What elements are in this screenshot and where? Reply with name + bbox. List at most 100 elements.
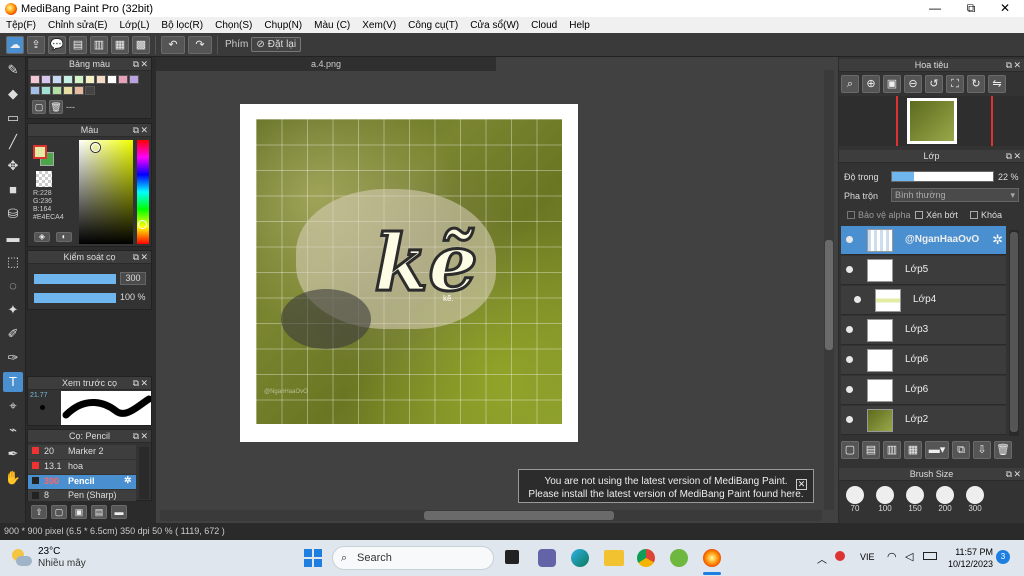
undo-icon[interactable]: ↶ [161,35,185,54]
brush-list-scrollbar[interactable] [139,447,149,499]
input-language[interactable]: VIE [860,552,875,562]
volume-icon[interactable]: ◁ [905,550,913,563]
lasso-tool-icon[interactable]: ◌ [3,276,23,296]
color-swatch[interactable] [41,86,51,95]
color-swatch[interactable] [74,86,84,95]
rotate-right-icon[interactable]: ↻ [967,75,985,93]
cloud-brush-icon[interactable]: ⇧ [31,505,47,519]
close-icon[interactable]: ✕ [1013,150,1021,163]
windows-start-icon[interactable] [304,549,322,567]
layer-scroll-thumb[interactable] [1010,232,1018,432]
brush-item[interactable]: 13.1 hoa [28,460,136,474]
color-swatch[interactable] [85,75,95,84]
protect-alpha-checkbox[interactable] [847,211,855,219]
flip-icon[interactable]: ⇋ [988,75,1006,93]
task-view-icon[interactable] [505,550,519,564]
layer-row[interactable]: Lớp2 [841,406,1006,435]
gear-icon[interactable]: ✲ [992,232,1003,248]
reset-button[interactable]: ⊘ Đặt lại [251,37,302,52]
horizontal-scrollbar[interactable] [160,510,822,521]
color-swatch[interactable] [107,75,117,84]
weather-widget[interactable]: 23°C Nhiều mây [38,546,86,570]
wifi-icon[interactable]: ◠ [887,550,897,563]
menu-view[interactable]: Xem(V) [356,20,402,31]
menu-snap[interactable]: Chụp(N) [258,20,308,31]
hue-slider[interactable] [137,140,149,244]
zoom-out-icon[interactable]: ⊖ [904,75,922,93]
color-swatch[interactable] [41,75,51,84]
layer-row[interactable]: Lớp4 [841,286,1006,315]
gradient-tool-icon[interactable]: ▬ [3,228,23,248]
lock-checkbox[interactable] [970,211,978,219]
select-tool-icon[interactable]: ⬚ [3,252,23,272]
brush-size-option[interactable]: 70 [843,486,867,513]
weather-icon[interactable] [10,547,32,569]
actual-size-icon[interactable]: ▣ [883,75,901,93]
menu-select[interactable]: Chọn(S) [209,20,258,31]
saturation-value-picker[interactable] [79,140,133,244]
close-icon[interactable]: ✕ [796,479,807,490]
chevron-up-icon[interactable]: ︿ [817,551,827,566]
text-tool-icon[interactable]: T [3,372,23,392]
close-icon[interactable]: ✕ [140,377,148,390]
horizontal-scroll-thumb[interactable] [424,511,614,520]
document-icon[interactable]: ▥ [90,35,108,54]
gallery-icon[interactable]: ▦ [111,35,129,54]
folder-icon[interactable]: ▬▾ [925,441,949,459]
visibility-icon[interactable] [846,386,853,393]
visibility-icon[interactable] [854,296,861,303]
fit-screen-icon[interactable]: ⛶ [946,75,964,93]
swatch-grid[interactable] [30,75,150,97]
brush-size-option[interactable]: 150 [903,486,927,513]
hand-tool-icon[interactable]: ✋ [3,468,23,488]
popout-icon[interactable]: ⧉ [133,430,139,443]
close-icon[interactable]: ✕ [140,430,148,443]
color-swatch[interactable] [52,86,62,95]
clipping-option[interactable]: Xén bớt [915,210,958,220]
brush-size-option[interactable]: 200 [933,486,957,513]
color-swatch[interactable] [74,75,84,84]
color-mode-icon[interactable]: ◈ [34,232,50,242]
gear-icon[interactable]: ✲ [124,475,132,486]
brush-size-option[interactable]: 100 [873,486,897,513]
folder-icon[interactable]: ▬ [111,505,127,519]
lock-option[interactable]: Khóa [970,210,1002,220]
move-tool-icon[interactable]: ✥ [3,156,23,176]
popout-icon[interactable]: ⧉ [1006,150,1012,163]
popout-icon[interactable]: ⧉ [133,377,139,390]
close-icon[interactable]: ✕ [1013,468,1021,481]
menu-edit[interactable]: Chỉnh sửa(E) [42,20,114,31]
add-swatch-icon[interactable]: ▢ [32,100,46,114]
divide-tool-icon[interactable]: ⌖ [3,396,23,416]
bucket-tool-icon[interactable]: ⛁ [3,204,23,224]
rectangle-tool-icon[interactable]: ▭ [3,108,23,128]
document-canvas[interactable]: kẽ kẽ. @NganHaaOvO [240,104,578,442]
new-halftone-layer-icon[interactable]: ▤ [862,441,880,459]
select-eraser-icon[interactable]: ✑ [3,348,23,368]
menu-tools[interactable]: Công cụ(T) [402,20,464,31]
popout-icon[interactable]: ⧉ [133,58,139,71]
transparent-swatch[interactable] [36,171,52,187]
color-swatch[interactable] [30,75,40,84]
popout-icon[interactable]: ⧉ [1006,468,1012,481]
share-icon[interactable]: ⇪ [27,35,45,54]
cloud-icon[interactable]: ☁ [6,35,24,54]
visibility-icon[interactable] [846,416,853,423]
minimize-button[interactable]: — [918,0,952,17]
blend-mode-select[interactable]: Bình thường ▾ [891,188,1019,202]
taskbar-search[interactable]: ⌕ Search [332,546,494,570]
close-icon[interactable]: ✕ [140,58,148,71]
layer-row[interactable]: Lớp3 [841,316,1006,345]
edge-icon[interactable] [571,549,589,567]
select-pen-icon[interactable]: ✐ [3,324,23,344]
maximize-button[interactable]: ⧉ [954,0,988,17]
color-swatch[interactable] [118,75,128,84]
teams-icon[interactable] [538,549,556,567]
menu-help[interactable]: Help [563,20,596,31]
new-8bit-layer-icon[interactable]: ▥ [883,441,901,459]
rotate-left-icon[interactable]: ↺ [925,75,943,93]
merge-layer-icon[interactable]: ⇩ [973,441,991,459]
vertical-scrollbar[interactable] [824,70,834,510]
new-layer-icon[interactable]: ▢ [841,441,859,459]
redo-icon[interactable]: ↷ [188,35,212,54]
